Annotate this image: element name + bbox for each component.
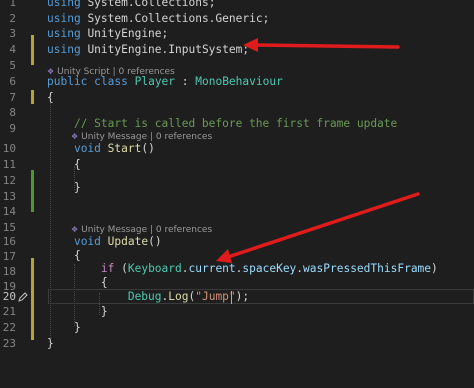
red-arrow-icon xyxy=(243,38,400,52)
code-editor[interactable]: 1 2 3 4 5 6 7 8 9 10 11 12 13 14 15 16 1… xyxy=(0,0,474,388)
annotation-arrows xyxy=(216,38,420,263)
red-arrow-icon xyxy=(216,192,420,263)
